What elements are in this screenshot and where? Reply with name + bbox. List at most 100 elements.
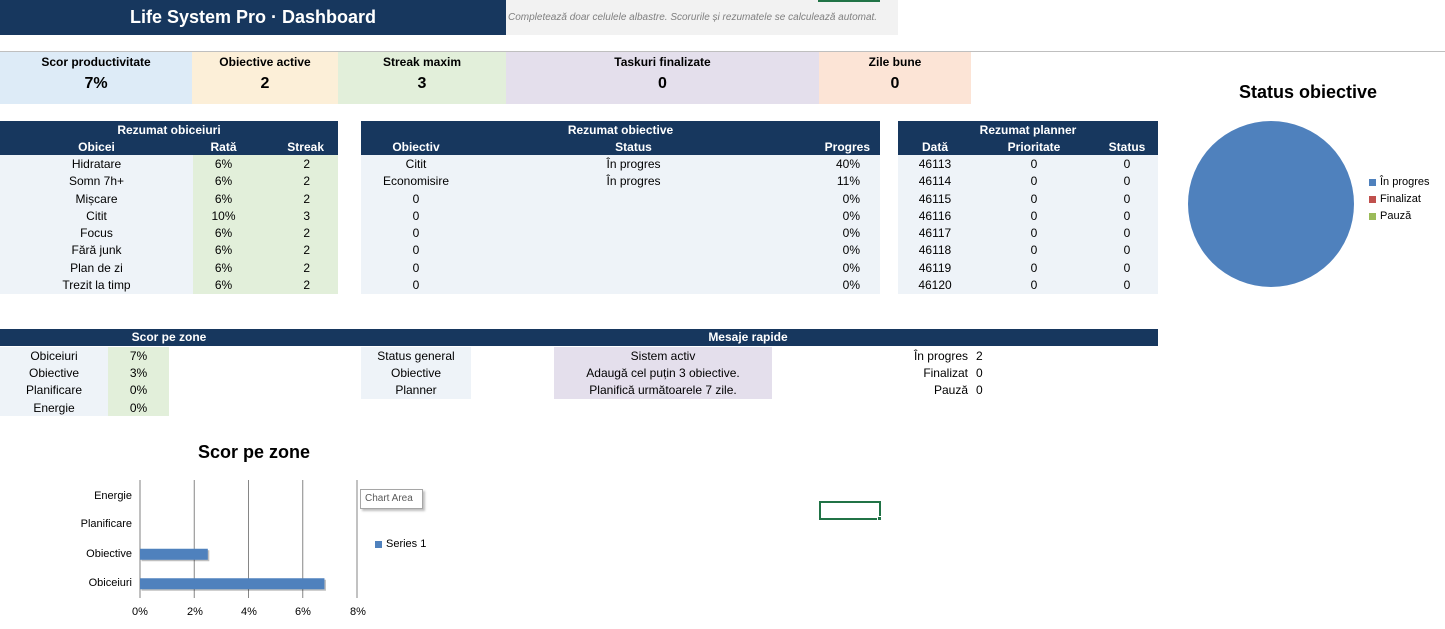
message-label[interactable]: Obiective	[361, 364, 471, 382]
planner-status[interactable]: 0	[1096, 276, 1158, 294]
zone-name[interactable]: Obiceiuri	[0, 347, 108, 365]
goal-progress[interactable]: 0%	[796, 276, 880, 294]
kpi-max-streak[interactable]: Streak maxim 3	[338, 52, 506, 104]
habit-rate[interactable]: 10%	[193, 207, 254, 225]
goal-name[interactable]: 0	[361, 224, 471, 242]
planner-priority[interactable]: 0	[972, 259, 1096, 277]
planner-date[interactable]: 46113	[898, 155, 972, 173]
planner-status[interactable]: 0	[1096, 155, 1158, 173]
planner-status[interactable]: 0	[1096, 241, 1158, 260]
goal-name[interactable]: 0	[361, 189, 471, 208]
planner-date[interactable]: 46120	[898, 276, 972, 294]
habit-name[interactable]: Citit	[0, 207, 193, 225]
planner-priority[interactable]: 0	[972, 155, 1096, 173]
planner-date[interactable]: 46115	[898, 189, 972, 208]
goal-progress[interactable]: 0%	[796, 189, 880, 208]
planner-date[interactable]: 46116	[898, 207, 972, 225]
zone-name[interactable]: Energie	[0, 398, 108, 417]
planner-date[interactable]: 46118	[898, 241, 972, 260]
planner-status[interactable]: 0	[1096, 207, 1158, 225]
habit-name[interactable]: Plan de zi	[0, 259, 193, 277]
planner-priority[interactable]: 0	[972, 189, 1096, 208]
habit-rate[interactable]: 6%	[193, 155, 254, 173]
habit-streak[interactable]: 2	[254, 224, 338, 242]
goal-name[interactable]: Citit	[361, 155, 471, 173]
goal-status[interactable]	[471, 276, 796, 294]
status-count-value[interactable]: 0	[972, 382, 1002, 399]
goal-name[interactable]: Economisire	[361, 172, 471, 190]
fill-handle[interactable]	[877, 516, 882, 521]
bar[interactable]	[140, 548, 208, 560]
zone-score[interactable]: 0%	[108, 398, 169, 417]
habit-streak[interactable]: 3	[254, 207, 338, 225]
status-count-value[interactable]: 0	[972, 364, 1002, 381]
goal-progress[interactable]: 11%	[796, 172, 880, 190]
message-label[interactable]: Planner	[361, 381, 471, 399]
goal-status[interactable]	[471, 189, 796, 208]
habit-name[interactable]: Hidratare	[0, 155, 193, 173]
kpi-good-days[interactable]: Zile bune 0	[819, 52, 971, 104]
message-text[interactable]: Sistem activ	[554, 347, 772, 365]
goal-status[interactable]: În progres	[471, 155, 796, 173]
planner-date[interactable]: 46119	[898, 259, 972, 277]
habit-rate[interactable]: 6%	[193, 259, 254, 277]
planner-priority[interactable]: 0	[972, 224, 1096, 242]
planner-priority[interactable]: 0	[972, 276, 1096, 294]
kpi-tasks-done[interactable]: Taskuri finalizate 0	[506, 52, 819, 104]
status-count-label[interactable]: În progres	[888, 347, 972, 364]
habit-rate[interactable]: 6%	[193, 241, 254, 260]
zone-name[interactable]: Planificare	[0, 381, 108, 399]
message-label[interactable]: Status general	[361, 347, 471, 365]
status-count-label[interactable]: Finalizat	[888, 364, 972, 381]
habit-name[interactable]: Trezit la timp	[0, 276, 193, 294]
goal-name[interactable]: 0	[361, 241, 471, 260]
planner-status[interactable]: 0	[1096, 172, 1158, 190]
habit-streak[interactable]: 2	[254, 172, 338, 190]
goal-progress[interactable]: 40%	[796, 155, 880, 173]
planner-priority[interactable]: 0	[972, 172, 1096, 190]
goal-status[interactable]	[471, 207, 796, 225]
habit-rate[interactable]: 6%	[193, 224, 254, 242]
goal-status[interactable]: În progres	[471, 172, 796, 190]
kpi-productivity[interactable]: Scor productivitate 7%	[0, 52, 192, 104]
goal-status[interactable]	[471, 224, 796, 242]
habit-name[interactable]: Focus	[0, 224, 193, 242]
goal-progress[interactable]: 0%	[796, 224, 880, 242]
habit-name[interactable]: Somn 7h+	[0, 172, 193, 190]
planner-status[interactable]: 0	[1096, 224, 1158, 242]
message-text[interactable]: Adaugă cel puțin 3 obiective.	[554, 364, 772, 382]
kpi-active-goals[interactable]: Obiective active 2	[192, 52, 338, 104]
habit-streak[interactable]: 2	[254, 241, 338, 260]
status-count-value[interactable]: 2	[972, 347, 1002, 364]
habit-streak[interactable]: 2	[254, 155, 338, 173]
habit-streak[interactable]: 2	[254, 276, 338, 294]
goal-progress[interactable]: 0%	[796, 207, 880, 225]
goal-name[interactable]: 0	[361, 276, 471, 294]
planner-date[interactable]: 46117	[898, 224, 972, 242]
habit-rate[interactable]: 6%	[193, 189, 254, 208]
zone-score[interactable]: 3%	[108, 364, 169, 382]
status-pie-chart[interactable]	[1186, 119, 1356, 289]
planner-priority[interactable]: 0	[972, 241, 1096, 260]
selected-cell[interactable]	[819, 501, 881, 520]
zone-score[interactable]: 0%	[108, 381, 169, 399]
message-text[interactable]: Planifică următoarele 7 zile.	[554, 381, 772, 399]
habit-rate[interactable]: 6%	[193, 172, 254, 190]
zone-score[interactable]: 7%	[108, 347, 169, 365]
planner-status[interactable]: 0	[1096, 189, 1158, 208]
planner-priority[interactable]: 0	[972, 207, 1096, 225]
status-count-label[interactable]: Pauză	[888, 382, 972, 399]
goal-status[interactable]	[471, 259, 796, 277]
habit-name[interactable]: Mișcare	[0, 189, 193, 208]
goal-name[interactable]: 0	[361, 259, 471, 277]
goal-name[interactable]: 0	[361, 207, 471, 225]
goal-status[interactable]	[471, 241, 796, 260]
habit-name[interactable]: Fără junk	[0, 241, 193, 260]
habit-rate[interactable]: 6%	[193, 276, 254, 294]
pie-slice[interactable]	[1188, 121, 1354, 287]
zone-name[interactable]: Obiective	[0, 364, 108, 382]
bar[interactable]	[140, 578, 325, 590]
habit-streak[interactable]: 2	[254, 259, 338, 277]
planner-status[interactable]: 0	[1096, 259, 1158, 277]
habit-streak[interactable]: 2	[254, 189, 338, 208]
